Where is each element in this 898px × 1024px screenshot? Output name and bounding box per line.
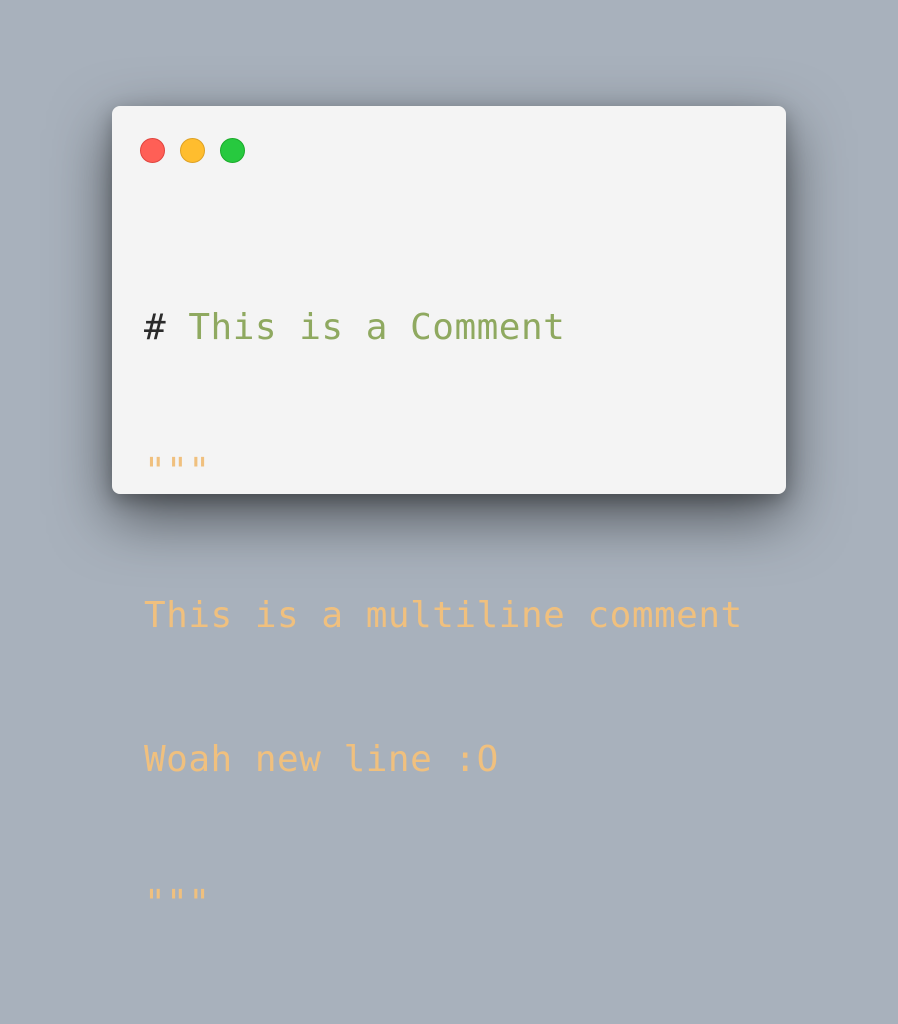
docstring-open: """ — [144, 451, 211, 492]
window-controls — [140, 138, 245, 163]
code-block: # This is a Comment """ This is a multil… — [144, 208, 743, 1024]
code-line-comment: # This is a Comment — [144, 304, 743, 352]
docstring-close: """ — [144, 883, 211, 924]
comment-text: This is a Comment — [166, 307, 566, 348]
close-button[interactable] — [140, 138, 165, 163]
code-window: # This is a Comment """ This is a multil… — [112, 106, 786, 924]
minimize-button[interactable] — [180, 138, 205, 163]
docstring-line-1: This is a multiline comment — [144, 595, 743, 636]
comment-marker: # — [144, 307, 167, 348]
maximize-button[interactable] — [220, 138, 245, 163]
docstring-line-2: Woah new line :O — [144, 739, 499, 780]
